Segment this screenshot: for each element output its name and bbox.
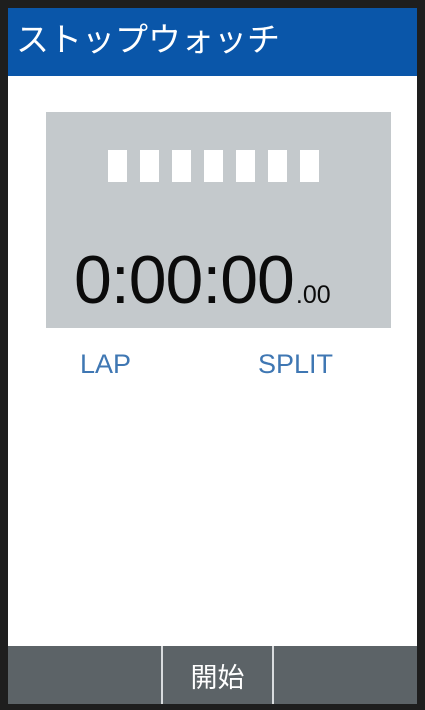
elapsed-time-fraction: .00 bbox=[295, 281, 331, 309]
start-button[interactable]: 開始 bbox=[161, 646, 274, 704]
left-softkey[interactable] bbox=[8, 646, 161, 704]
segment-block bbox=[140, 150, 159, 182]
lap-split-labels: LAP SPLIT bbox=[8, 348, 417, 388]
softkey-bar: 開始 bbox=[8, 646, 417, 704]
segment-indicator-row bbox=[108, 150, 319, 182]
split-label: SPLIT bbox=[258, 349, 334, 379]
segment-block bbox=[204, 150, 223, 182]
title-bar: ストップウォッチ bbox=[8, 8, 417, 76]
lap-label: LAP bbox=[80, 349, 132, 379]
segment-block bbox=[236, 150, 255, 182]
app-title: ストップウォッチ bbox=[16, 20, 280, 59]
elapsed-time: 0:00:00.00 bbox=[74, 240, 331, 320]
stopwatch-screen: ストップウォッチ 0:00:00.00 LAP SPLIT 開始 bbox=[8, 8, 417, 704]
elapsed-time-main: 0:00:00 bbox=[74, 242, 295, 318]
right-softkey[interactable] bbox=[274, 646, 417, 704]
segment-block bbox=[108, 150, 127, 182]
segment-block bbox=[172, 150, 191, 182]
segment-block bbox=[268, 150, 287, 182]
segment-block bbox=[300, 150, 319, 182]
stopwatch-display-panel: 0:00:00.00 bbox=[46, 112, 391, 328]
